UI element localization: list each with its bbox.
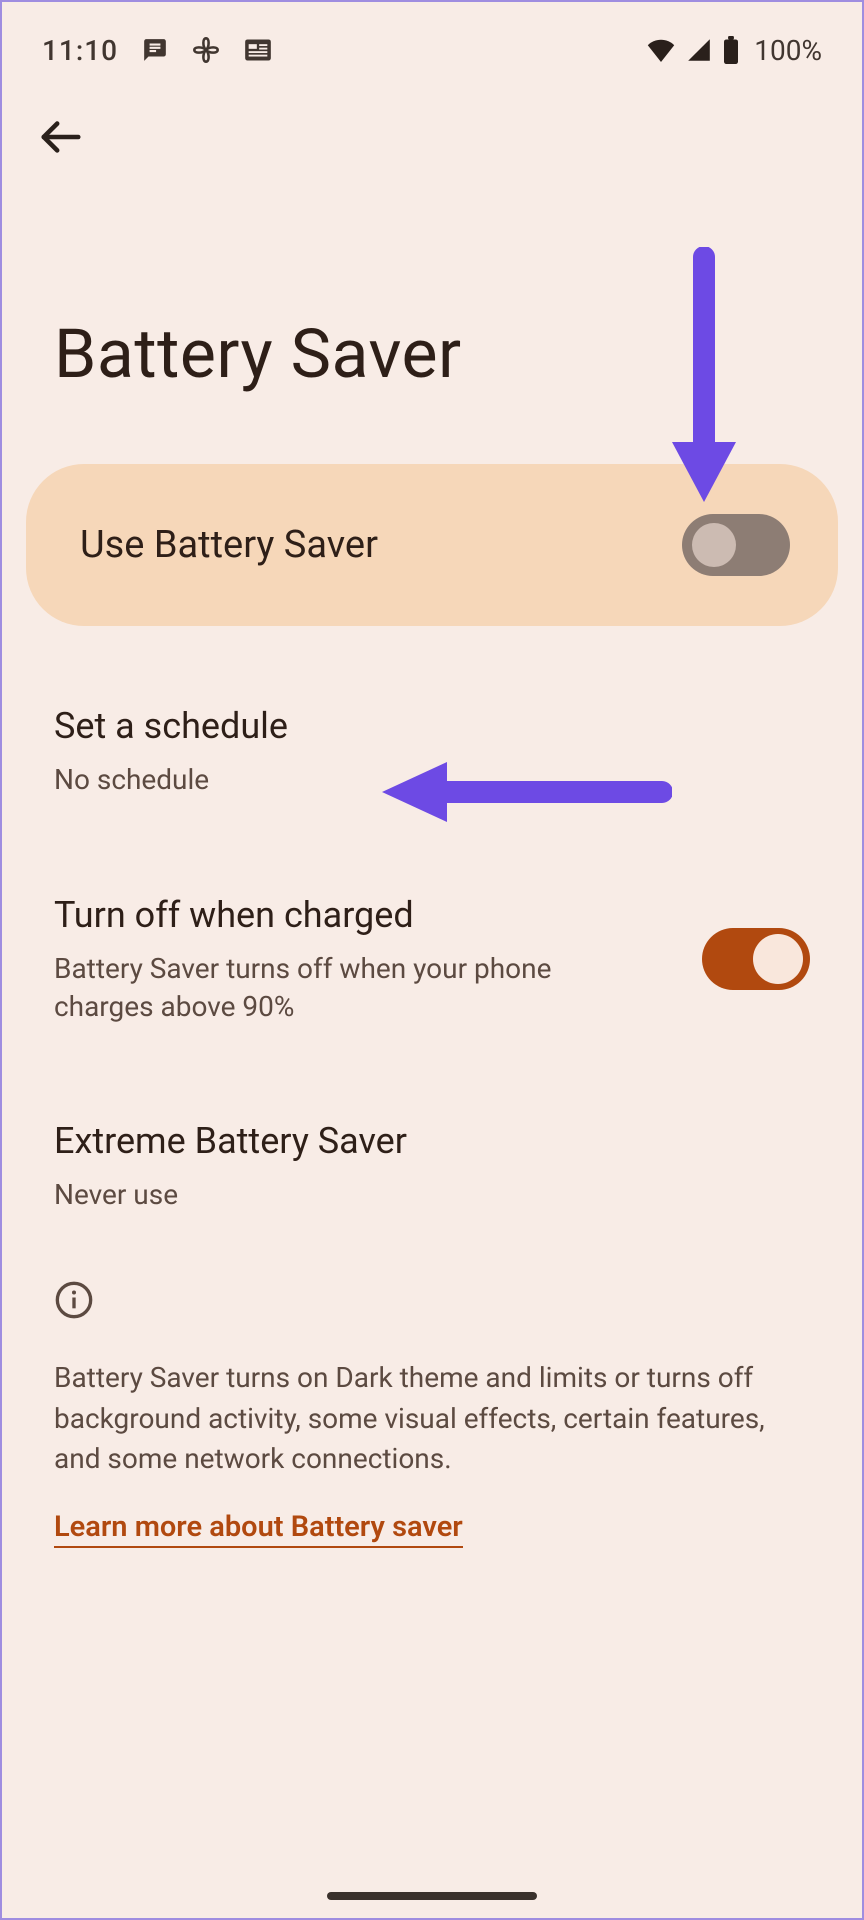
turn-off-title: Turn off when charged (54, 893, 662, 938)
set-schedule-sub: No schedule (54, 761, 810, 799)
back-button[interactable] (38, 114, 84, 160)
battery-icon (722, 36, 740, 64)
page-title: Battery Saver (2, 164, 862, 464)
info-text: Battery Saver turns on Dark theme and li… (54, 1358, 810, 1480)
info-block: Battery Saver turns on Dark theme and li… (2, 1260, 862, 1548)
news-icon (244, 38, 272, 62)
gesture-nav-bar[interactable] (327, 1892, 537, 1900)
photos-icon (192, 36, 220, 64)
wifi-icon (646, 38, 676, 62)
status-bar: 11:10 100% (2, 2, 862, 80)
turn-off-sub: Battery Saver turns off when your phone … (54, 950, 614, 1026)
use-battery-saver-label: Use Battery Saver (80, 523, 378, 567)
settings-list: Set a schedule No schedule Turn off when… (2, 626, 862, 1260)
status-left-group: 11:10 (42, 34, 272, 67)
status-right-group: 100% (646, 34, 822, 67)
cellular-icon (686, 38, 712, 62)
set-schedule-title: Set a schedule (54, 704, 810, 749)
turn-off-when-charged-toggle[interactable] (702, 928, 810, 990)
extreme-title: Extreme Battery Saver (54, 1119, 810, 1164)
battery-percentage: 100% (754, 34, 822, 67)
status-time: 11:10 (42, 34, 118, 67)
toolbar (2, 80, 862, 164)
message-icon (142, 37, 168, 63)
info-icon (54, 1280, 810, 1324)
use-battery-saver-toggle[interactable] (682, 514, 790, 576)
extreme-sub: Never use (54, 1176, 810, 1214)
set-schedule-row[interactable]: Set a schedule No schedule (54, 656, 810, 845)
use-battery-saver-row[interactable]: Use Battery Saver (26, 464, 838, 626)
extreme-battery-saver-row[interactable]: Extreme Battery Saver Never use (54, 1071, 810, 1260)
learn-more-link[interactable]: Learn more about Battery saver (54, 1510, 463, 1548)
turn-off-when-charged-row[interactable]: Turn off when charged Battery Saver turn… (54, 845, 810, 1072)
